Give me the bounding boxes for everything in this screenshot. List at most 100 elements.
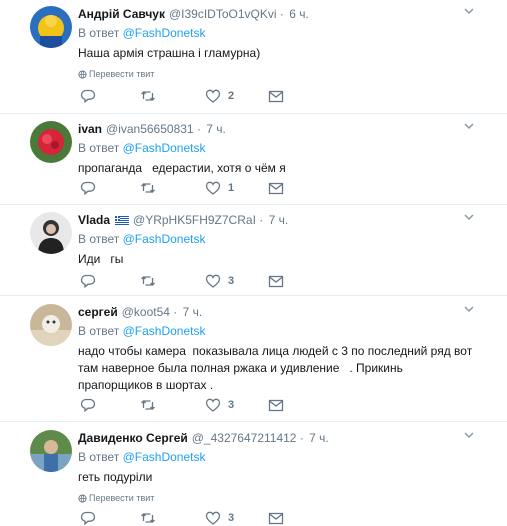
reply-icon [80,398,96,412]
chevron-down-icon[interactable] [461,430,477,442]
mail-icon [268,275,284,287]
reply-icon [80,181,96,195]
mail-icon [268,182,284,194]
tweet-header: сергей @koot54 · 7 ч. [78,304,477,320]
reply-to-link[interactable]: @FashDonetsk [123,324,206,338]
avatar[interactable] [30,121,72,163]
chevron-down-icon[interactable] [461,6,477,18]
reply-button[interactable] [80,273,96,289]
tweet-header: Андрій Савчук @I39cIDToO1vQKvi · 6 ч. [78,6,477,22]
tweet-text: Иди гы [78,252,124,266]
reply-to-link[interactable]: @FashDonetsk [123,26,206,40]
tweet: сергей @koot54 · 7 ч. В ответ @FashDonets… [0,295,507,422]
separator: · [173,305,178,319]
reply-prefix: В ответ [78,26,120,40]
heart-icon [205,89,221,103]
retweet-icon [141,513,155,523]
separator: · [259,213,264,227]
reply-context: В ответ @FashDonetsk [78,231,477,247]
retweet-button[interactable] [140,397,156,413]
dm-button[interactable] [268,88,284,104]
like-button[interactable]: 1 [205,180,234,196]
retweet-icon [141,183,155,193]
tweet-actions: 3 [78,397,308,413]
tweet-actions: 3 [78,273,308,289]
timestamp[interactable]: 7 ч. [183,305,203,319]
dm-button[interactable] [268,397,284,413]
author-name[interactable]: Андрій Савчук [78,7,165,21]
separator: · [299,431,304,445]
chevron-down-icon[interactable] [461,304,477,316]
author-handle[interactable]: @I39cIDToO1vQKvi [169,7,277,21]
reply-icon [80,89,96,103]
reply-prefix: В ответ [78,141,120,155]
heart-icon [205,274,221,288]
avatar[interactable] [30,212,72,254]
reply-button[interactable] [80,397,96,413]
like-count: 2 [228,90,235,102]
reply-context: В ответ @FashDonetsk [78,323,477,339]
like-button[interactable]: 3 [205,273,234,289]
tweet-header: Давиденко Сергей @_4327647211412 · 7 ч. [78,430,477,446]
heart-icon [205,511,221,525]
author-handle[interactable]: @YRpHK5FH9Z7CRaI [133,213,256,227]
reply-button[interactable] [80,88,96,104]
tweet: Андрій Савчук @I39cIDToO1vQKvi · 6 ч. В о… [0,0,507,114]
tweet-actions: 2 [78,88,308,104]
author-name[interactable]: Vlada [78,213,110,227]
dm-button[interactable] [268,180,284,196]
chevron-down-icon[interactable] [461,212,477,224]
globe-icon [78,494,87,503]
tweet-actions: 1 [78,180,308,196]
retweet-icon [141,400,155,410]
reply-icon [80,511,96,525]
avatar[interactable] [30,304,72,346]
separator: · [279,7,284,21]
reply-context: В ответ @FashDonetsk [78,25,477,41]
tweet-text: пропаганда едерастии, хотя о чём я [78,161,286,175]
reply-to-link[interactable]: @FashDonetsk [123,141,206,155]
author-handle[interactable]: @_4327647211412 [192,431,297,445]
timestamp[interactable]: 7 ч. [309,431,329,445]
author-handle[interactable]: @koot54 [122,305,170,319]
timestamp[interactable]: 7 ч. [269,213,289,227]
translate-link[interactable]: Перевести твит [78,492,477,504]
retweet-button[interactable] [140,88,156,104]
author-handle[interactable]: @ivan56650831 [106,122,194,136]
author-name[interactable]: ivan [78,122,102,136]
timestamp[interactable]: 6 ч. [289,7,309,21]
tweet-text: геть подурiли [78,470,153,484]
timestamp[interactable]: 7 ч. [206,122,226,136]
reply-context: В ответ @FashDonetsk [78,449,477,465]
translate-label: Перевести твит [89,493,155,503]
reply-button[interactable] [80,180,96,196]
author-name[interactable]: Давиденко Сергей [78,431,188,445]
greece-flag-icon [115,216,130,225]
reply-to-link[interactable]: @FashDonetsk [123,450,206,464]
tweet-text: Наша армія страшна і гламурна) [78,46,261,60]
dm-button[interactable] [268,273,284,289]
avatar[interactable] [30,6,72,48]
retweet-icon [141,276,155,286]
tweet: Давиденко Сергей @_4327647211412 · 7 ч. В… [0,421,507,525]
globe-icon [78,70,87,79]
tweet-text: надо чтобы камера показывала лица людей … [78,344,476,392]
like-button[interactable]: 3 [205,397,234,413]
mail-icon [268,90,284,102]
reply-to-link[interactable]: @FashDonetsk [123,232,206,246]
author-name[interactable]: сергей [78,305,118,319]
retweet-button[interactable] [140,180,156,196]
like-count: 3 [228,512,235,524]
reply-prefix: В ответ [78,232,120,246]
heart-icon [205,398,221,412]
chevron-down-icon[interactable] [461,121,477,133]
tweet-header: Vlada @YRpHK5FH9Z7CRaI · 7 ч. [78,212,477,228]
like-button[interactable]: 2 [205,88,234,104]
heart-icon [205,181,221,195]
retweet-button[interactable] [140,273,156,289]
translate-link[interactable]: Перевести твит [78,68,477,80]
avatar[interactable] [30,430,72,472]
tweet: ivan @ivan56650831 · 7 ч. В ответ @FashDo… [0,113,507,205]
reply-icon [80,274,96,288]
like-count: 1 [228,182,235,194]
